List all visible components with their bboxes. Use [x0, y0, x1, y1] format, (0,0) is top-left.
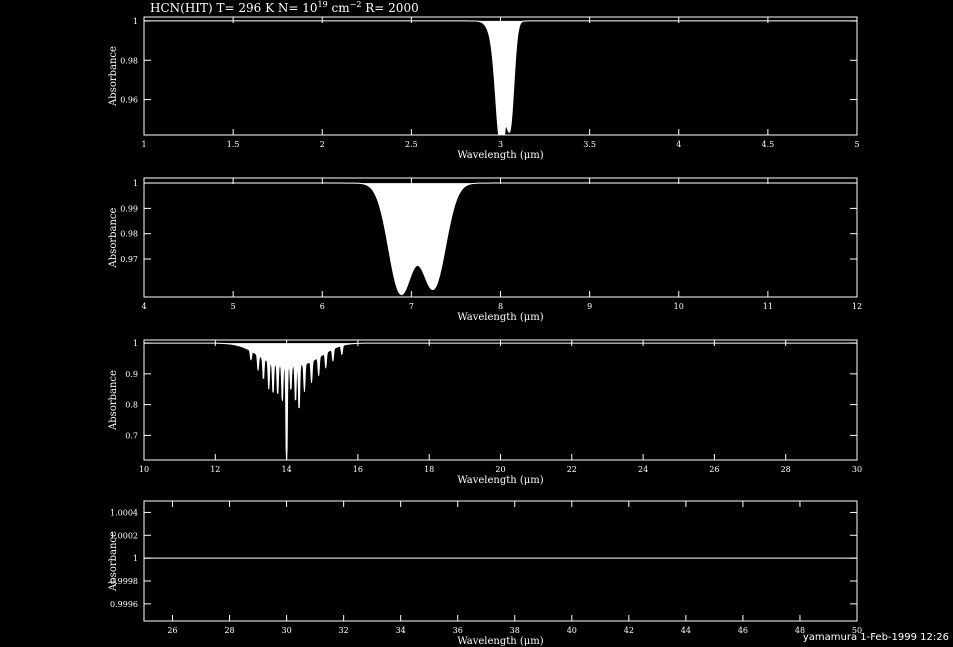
- x-tick-label: 40: [567, 626, 577, 635]
- chart-panel-4: 26 28 30 32 34 36 38 40 42 44 46 48 501.00041.000210…: [108, 500, 862, 647]
- y-tick-label: 1: [133, 179, 138, 188]
- x-tick-label: 32: [339, 626, 349, 635]
- y-tick-label: 1.0004: [110, 508, 138, 517]
- y-axis-label: Absorbance: [108, 46, 119, 107]
- x-tick-label: 4.5: [762, 140, 775, 149]
- absorption-fill: [144, 343, 857, 460]
- x-tick-label: 10: [674, 302, 684, 311]
- x-tick-label: 18: [424, 465, 434, 474]
- spectrum-line: [144, 342, 857, 461]
- y-tick-label: 0.96: [120, 96, 138, 105]
- y-axis-label: Absorbance: [108, 207, 119, 268]
- x-tick-label: 26: [709, 465, 719, 474]
- plot-frame: [143, 500, 858, 622]
- x-tick-label: 30: [282, 626, 292, 635]
- x-tick-label: 8: [498, 302, 503, 311]
- x-tick-label: 22: [567, 465, 577, 474]
- spectrum-figure: HCN(HIT) T= 296 K N= 1019 cm−2 R= 2000 1…: [108, 0, 862, 647]
- y-tick-label: 0.98: [120, 56, 138, 65]
- y-tick-label: 0.99: [120, 204, 138, 213]
- x-axis-label: Wavelength (μm): [457, 312, 543, 323]
- x-tick-label: 4: [676, 140, 681, 149]
- plot-frame: [143, 177, 858, 298]
- x-tick-label: 24: [638, 465, 648, 474]
- x-tick-label: 1: [141, 140, 146, 149]
- x-tick-label: 12: [852, 302, 862, 311]
- figure-title: HCN(HIT) T= 296 K N= 1019 cm−2 R= 2000: [150, 0, 419, 15]
- x-tick-label: 46: [738, 626, 748, 635]
- y-axis-label: Absorbance: [108, 370, 119, 431]
- y-tick-label: 1: [133, 17, 138, 26]
- y-tick-label: 0.9: [125, 370, 138, 379]
- y-tick-label: 0.8: [125, 401, 138, 410]
- x-tick-label: 16: [353, 465, 363, 474]
- x-tick-label: 12: [210, 465, 220, 474]
- x-tick-label: 14: [282, 465, 292, 474]
- x-axis-label: Wavelength (μm): [457, 636, 543, 647]
- y-axis-label: Absorbance: [108, 531, 119, 592]
- chart-panel-1: 1 1.5 2 2.5 3 3.5 4 4.5 5 1 0.98 0.96 Wavelength (μm…: [108, 16, 860, 161]
- x-tick-label: 11: [763, 302, 773, 311]
- x-tick-label: 10: [139, 465, 149, 474]
- spectrum-line: [144, 182, 857, 295]
- x-tick-label: 42: [624, 626, 634, 635]
- y-tick-label: 0.97: [120, 255, 138, 264]
- y-tick-label: 1: [133, 339, 138, 348]
- x-tick-label: 38: [510, 626, 520, 635]
- chart-panel-2: 4 5 6 7 8 9 10 11 12 1 0.99 0.98 0.97 Wavelength (μm)…: [108, 177, 862, 323]
- x-tick-label: 3: [498, 140, 503, 149]
- x-tick-label: 30: [852, 465, 862, 474]
- absorption-fill: [144, 183, 857, 295]
- x-tick-label: 5: [854, 140, 859, 149]
- x-axis-label: Wavelength (μm): [457, 150, 543, 161]
- x-tick-label: 20: [495, 465, 505, 474]
- y-tick-label: 1: [133, 554, 138, 563]
- chart-panel-3: 10 12 14 16 18 20 22 24 26 28 30 1 0.9 0.8 0.7 Waveleng…: [108, 339, 862, 486]
- x-tick-label: 28: [781, 465, 791, 474]
- x-tick-label: 4: [141, 302, 146, 311]
- x-tick-label: 44: [681, 626, 691, 635]
- x-tick-label: 1.5: [227, 140, 240, 149]
- x-axis-label: Wavelength (μm): [457, 475, 543, 486]
- x-tick-label: 36: [453, 626, 463, 635]
- footer-credit: yamamura 1-Feb-1999 12:26: [802, 632, 949, 643]
- y-tick-label: 0.98: [120, 230, 138, 239]
- y-tick-label: 0.9996: [110, 600, 138, 609]
- absorption-fill: [144, 20, 857, 135]
- x-tick-label: 26: [167, 626, 177, 635]
- x-tick-label: 9: [587, 302, 592, 311]
- x-tick-label: 28: [224, 626, 234, 635]
- x-tick-label: 5: [231, 302, 236, 311]
- x-tick-label: 7: [409, 302, 414, 311]
- x-tick-label: 2.5: [405, 140, 418, 149]
- x-tick-label: 34: [396, 626, 406, 635]
- x-tick-label: 3.5: [583, 140, 596, 149]
- y-tick-label: 0.7: [125, 431, 138, 440]
- x-tick-label: 6: [320, 302, 325, 311]
- x-tick-label: 2: [320, 140, 325, 149]
